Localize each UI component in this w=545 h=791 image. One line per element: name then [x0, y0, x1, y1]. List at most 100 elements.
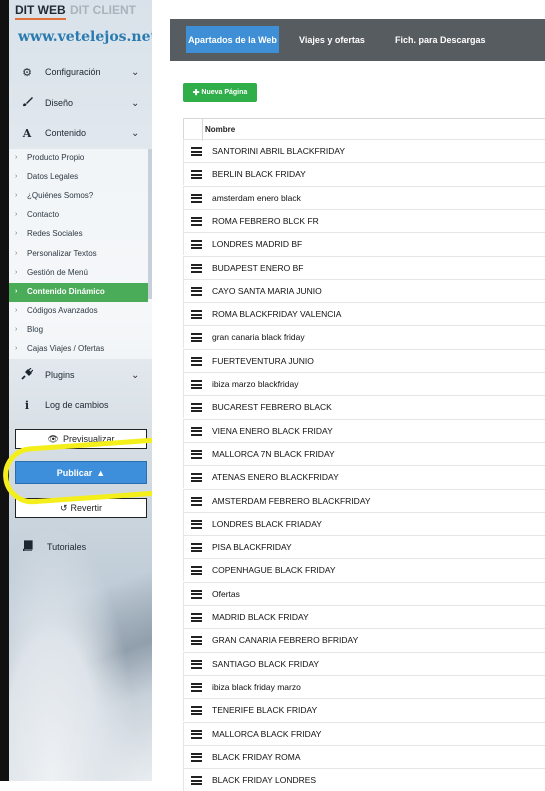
menu-item-contenido[interactable]: A Contenido ⌄	[9, 121, 152, 145]
table-row[interactable]: SANTIAGO BLACK FRIDAY	[183, 651, 545, 675]
table-row[interactable]: BUCAREST FEBRERO BLACK	[183, 395, 545, 419]
page-name[interactable]: Ofertas	[212, 589, 240, 599]
table-row[interactable]: LONDRES BLACK FRIADAY	[183, 511, 545, 535]
table-row[interactable]: amsterdam enero black	[183, 185, 545, 209]
page-name[interactable]: SANTIAGO BLACK FRIDAY	[212, 659, 319, 669]
page-name[interactable]: BUCAREST FEBRERO BLACK	[212, 402, 332, 412]
page-name[interactable]: TENERIFE BLACK FRIDAY	[212, 705, 317, 715]
table-row[interactable]: GRAN CANARIA FEBRERO BFRIDAY	[183, 628, 545, 652]
menu-item-tutoriales[interactable]: Tutoriales	[9, 535, 152, 559]
table-row[interactable]: ATENAS ENERO BLACKFRIDAY	[183, 465, 545, 489]
page-name[interactable]: ROMA BLACKFRIDAY VALENCIA	[212, 309, 341, 319]
table-row[interactable]: BUDAPEST ENERO BF	[183, 255, 545, 279]
submenu-item[interactable]: › Producto Propio	[9, 149, 152, 168]
submenu-item[interactable]: › Gestión de Menú	[9, 264, 152, 283]
page-name[interactable]: gran canaria black friday	[212, 332, 305, 342]
drag-handle-icon[interactable]	[191, 752, 202, 762]
page-name[interactable]: ibiza black friday marzo	[212, 682, 301, 692]
page-name[interactable]: ROMA FEBRERO BLCK FR	[212, 216, 319, 226]
drag-handle-icon[interactable]	[191, 566, 202, 576]
page-name[interactable]: amsterdam enero black	[212, 193, 301, 203]
page-name[interactable]: BERLIN BLACK FRIDAY	[212, 169, 306, 179]
page-name[interactable]: PISA BLACKFRIDAY	[212, 542, 292, 552]
table-row[interactable]: MALLORCA BLACK FRIDAY	[183, 721, 545, 745]
page-name[interactable]: ATENAS ENERO BLACKFRIDAY	[212, 472, 339, 482]
submenu-item[interactable]: › Contenido Dinámico	[9, 282, 148, 302]
tab-dit-web[interactable]: DIT WEB	[15, 3, 66, 20]
page-name[interactable]: COPENHAGUE BLACK FRIDAY	[212, 565, 336, 575]
drag-handle-icon[interactable]	[191, 729, 202, 739]
drag-handle-icon[interactable]	[191, 706, 202, 716]
table-row[interactable]: PISA BLACKFRIDAY	[183, 535, 545, 559]
table-row[interactable]: LONDRES MADRID BF	[183, 232, 545, 256]
table-row[interactable]: ROMA FEBRERO BLCK FR	[183, 208, 545, 232]
submenu-item[interactable]: › Personalizar Textos	[9, 245, 152, 264]
table-row[interactable]: AMSTERDAM FEBRERO BLACKFRIDAY	[183, 488, 545, 512]
submenu-item[interactable]: › Datos Legales	[9, 168, 152, 187]
drag-handle-icon[interactable]	[191, 170, 202, 180]
submenu-item[interactable]: › Redes Sociales	[9, 225, 152, 244]
drag-handle-icon[interactable]	[191, 449, 202, 459]
new-page-button[interactable]: ✚ Nueva Página	[183, 83, 257, 102]
drag-handle-icon[interactable]	[191, 659, 202, 669]
page-name[interactable]: MALLORCA BLACK FRIDAY	[212, 729, 321, 739]
page-name[interactable]: BLACK FRIDAY LONDRES	[212, 775, 316, 785]
submenu-item[interactable]: › Blog	[9, 321, 152, 340]
table-row[interactable]: MALLORCA 7N BLACK FRIDAY	[183, 441, 545, 465]
menu-item-plugins[interactable]: Plugins ⌄	[9, 363, 152, 387]
page-name[interactable]: MADRID BLACK FRIDAY	[212, 612, 309, 622]
page-name[interactable]: ibiza marzo blackfriday	[212, 379, 298, 389]
page-name[interactable]: BLACK FRIDAY ROMA	[212, 752, 300, 762]
column-header-nombre[interactable]: Nombre	[205, 125, 235, 134]
drag-handle-icon[interactable]	[191, 636, 202, 646]
drag-handle-icon[interactable]	[191, 147, 202, 156]
drag-handle-icon[interactable]	[191, 240, 202, 250]
drag-handle-icon[interactable]	[191, 682, 202, 692]
table-row[interactable]: ROMA BLACKFRIDAY VALENCIA	[183, 302, 545, 326]
drag-handle-icon[interactable]	[191, 216, 202, 226]
drag-handle-icon[interactable]	[191, 380, 202, 389]
menu-item-log[interactable]: i Log de cambios	[9, 393, 152, 417]
table-row[interactable]: Ofertas	[183, 581, 545, 605]
submenu-item[interactable]: › Códigos Avanzados	[9, 302, 152, 321]
page-name[interactable]: AMSTERDAM FEBRERO BLACKFRIDAY	[212, 496, 371, 506]
drag-handle-icon[interactable]	[191, 263, 202, 273]
drag-handle-icon[interactable]	[191, 193, 202, 203]
table-row[interactable]: MADRID BLACK FRIDAY	[183, 605, 545, 628]
drag-handle-icon[interactable]	[191, 426, 202, 436]
table-row[interactable]: ibiza black friday marzo	[183, 674, 545, 698]
page-name[interactable]: BUDAPEST ENERO BF	[212, 263, 303, 273]
page-name[interactable]: CAYO SANTA MARIA JUNIO	[212, 286, 322, 296]
table-row[interactable]: CAYO SANTA MARIA JUNIO	[183, 278, 545, 302]
table-row[interactable]: VIENA ENERO BLACK FRIDAY	[183, 418, 545, 442]
tab-apartados-web[interactable]: Apartados de la Web	[186, 26, 279, 53]
drag-handle-icon[interactable]	[191, 496, 202, 506]
table-row[interactable]: FUERTEVENTURA JUNIO	[183, 348, 545, 372]
menu-item-diseno[interactable]: Diseño ⌄	[9, 91, 152, 115]
page-name[interactable]: LONDRES BLACK FRIADAY	[212, 519, 322, 529]
drag-handle-icon[interactable]	[191, 310, 202, 320]
drag-handle-icon[interactable]	[191, 333, 202, 343]
menu-item-configuracion[interactable]: ⚙ Configuración ⌄	[9, 60, 152, 84]
submenu-item[interactable]: › ¿Quiénes Somos?	[9, 187, 152, 206]
table-row[interactable]: SANTORINI ABRIL BLACKFRIDAY	[183, 139, 545, 162]
drag-handle-icon[interactable]	[191, 519, 202, 529]
tab-dit-client[interactable]: DIT CLIENT	[70, 3, 136, 17]
table-row[interactable]: gran canaria black friday	[183, 325, 545, 349]
drag-handle-icon[interactable]	[191, 356, 202, 366]
drag-handle-icon[interactable]	[191, 543, 202, 553]
table-row[interactable]: ibiza marzo blackfriday	[183, 372, 545, 395]
drag-handle-icon[interactable]	[191, 286, 202, 296]
drag-handle-icon[interactable]	[191, 589, 202, 599]
page-name[interactable]: FUERTEVENTURA JUNIO	[212, 356, 314, 366]
drag-handle-icon[interactable]	[191, 613, 202, 622]
table-row[interactable]: BLACK FRIDAY LONDRES	[183, 768, 545, 791]
drag-handle-icon[interactable]	[191, 403, 202, 413]
page-name[interactable]: VIENA ENERO BLACK FRIDAY	[212, 426, 333, 436]
page-name[interactable]: SANTORINI ABRIL BLACKFRIDAY	[212, 146, 345, 156]
page-name[interactable]: MALLORCA 7N BLACK FRIDAY	[212, 449, 335, 459]
submenu-item[interactable]: › Cajas Viajes / Ofertas	[9, 340, 152, 359]
table-row[interactable]: BLACK FRIDAY ROMA	[183, 744, 545, 768]
tab-fich-descargas[interactable]: Fich. para Descargas	[395, 26, 486, 53]
table-row[interactable]: TENERIFE BLACK FRIDAY	[183, 698, 545, 722]
